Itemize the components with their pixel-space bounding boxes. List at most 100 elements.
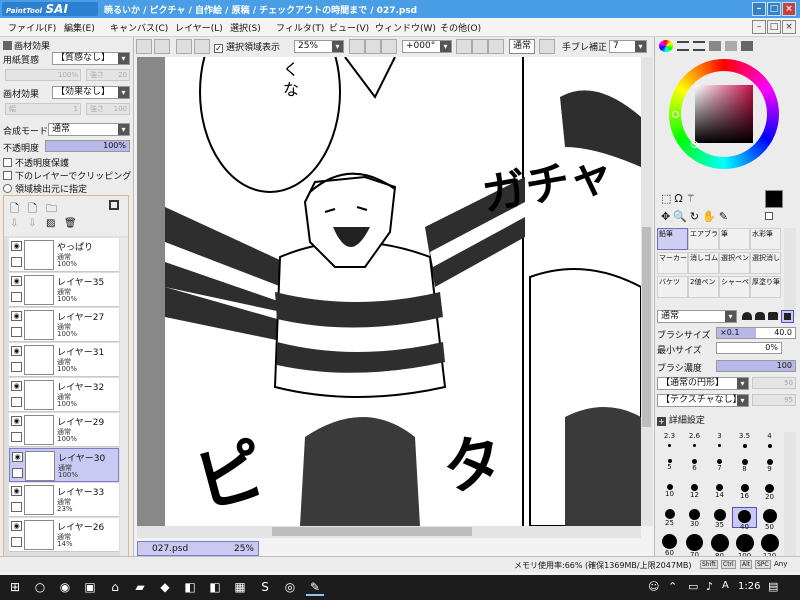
effect-strength[interactable]: 強さ 100 <box>86 103 130 115</box>
search-icon[interactable]: ○ <box>31 579 49 596</box>
sai-icon[interactable]: ✎ <box>306 579 324 596</box>
brush-tool-button[interactable]: 鉛筆 <box>657 228 688 250</box>
evernote-icon[interactable]: ◆ <box>156 579 174 596</box>
chrome-icon[interactable]: ◉ <box>56 579 74 596</box>
close-button[interactable]: × <box>782 2 796 16</box>
layer-row[interactable]: ◉ レイヤー33 通常 23% <box>9 483 119 517</box>
eyedropper-icon[interactable]: ✎ <box>719 210 731 223</box>
brush-size-preset[interactable]: 3 <box>707 432 732 453</box>
edge-hard-icon[interactable] <box>768 312 778 320</box>
layer-lock-icon[interactable] <box>11 537 22 547</box>
deselect-button[interactable] <box>176 39 192 54</box>
visibility-eye-icon[interactable]: ◉ <box>11 381 22 391</box>
selection-source-checkbox[interactable] <box>3 184 12 193</box>
brush-size-preset[interactable]: 20 <box>757 482 782 503</box>
layer-lock-icon[interactable] <box>11 257 22 267</box>
browser-icon[interactable]: ◎ <box>281 579 299 596</box>
home-icon[interactable]: ⌂ <box>106 579 124 596</box>
menu-window[interactable]: ウィンドウ(W) <box>375 21 436 34</box>
color-picker-cursor[interactable] <box>691 141 698 148</box>
rotate-icon[interactable]: ↻ <box>690 210 702 223</box>
collapse-icon[interactable] <box>3 41 12 50</box>
notification-icon[interactable]: ▤ <box>768 580 778 593</box>
undo-button[interactable] <box>136 39 152 54</box>
visibility-eye-icon[interactable]: ◉ <box>11 346 22 356</box>
brush-size-preset[interactable]: 100 <box>732 532 757 560</box>
primary-color-swatch[interactable] <box>765 190 783 208</box>
edge-medium-icon[interactable] <box>755 312 765 320</box>
brush-tool-button[interactable]: 消しゴム <box>688 252 719 274</box>
brush-size-preset[interactable]: 3.5 <box>732 432 757 453</box>
gallery-icon[interactable]: ▦ <box>231 579 249 596</box>
doc-minimize-button[interactable]: – <box>752 20 766 34</box>
selection-display-checkbox[interactable]: ✓ <box>214 44 223 53</box>
layer-row[interactable]: ◉ レイヤー31 通常 100% <box>9 343 119 377</box>
visibility-eye-icon[interactable]: ◉ <box>11 241 22 251</box>
color-wheel-tab-icon[interactable] <box>659 40 673 52</box>
layer-row[interactable]: ◉ やっぱり 通常 100% <box>9 238 119 272</box>
layer-row[interactable]: ◉ レイヤー32 通常 100% <box>9 378 119 412</box>
protect-opacity-checkbox[interactable] <box>3 158 12 167</box>
zoom-reset-button[interactable] <box>381 39 397 54</box>
layer-lock-icon[interactable] <box>11 432 22 442</box>
color-wheel[interactable] <box>669 59 779 169</box>
folder-icon[interactable]: ▰ <box>131 579 149 596</box>
brush-size-preset[interactable]: 5 <box>657 457 682 478</box>
brush-size-preset[interactable]: 14 <box>707 482 732 503</box>
visibility-eye-icon[interactable]: ◉ <box>11 311 22 321</box>
menu-layer[interactable]: レイヤー(L) <box>175 21 223 34</box>
layer-lock-icon[interactable] <box>12 468 23 478</box>
zoom-in-button[interactable] <box>365 39 381 54</box>
tool-grid-scrollbar[interactable] <box>784 228 796 318</box>
layer-lock-icon[interactable] <box>11 362 22 372</box>
brush-tool-button[interactable]: バケツ <box>657 276 688 298</box>
brush-size-preset[interactable]: 7 <box>707 457 732 478</box>
effect-width[interactable]: 幅1 <box>5 103 81 115</box>
brush-texture-select[interactable]: 【テクスチャなし】 <box>657 394 749 407</box>
rotate-left-button[interactable] <box>456 39 472 54</box>
layer-row[interactable]: ◉ レイヤー27 通常 100% <box>9 308 119 342</box>
detail-expand-icon[interactable]: + <box>657 417 666 426</box>
layer-lock-icon[interactable] <box>11 327 22 337</box>
menu-other[interactable]: その他(O) <box>440 21 481 34</box>
magic-wand-icon[interactable]: ⚚ <box>686 192 699 205</box>
layer-lock-icon[interactable] <box>11 397 22 407</box>
rgb-slider-tab-icon[interactable] <box>677 41 689 51</box>
brush-size-slider[interactable]: ×0.1 40.0 <box>716 327 796 339</box>
scratchpad-tab-icon[interactable] <box>725 41 737 51</box>
menu-file[interactable]: ファイル(F) <box>8 21 56 34</box>
doc-close-button[interactable]: × <box>782 20 796 34</box>
paper-scale[interactable]: 100% <box>5 69 81 81</box>
stabilizer-select[interactable]: 7 <box>609 40 647 53</box>
brush-shape-value[interactable]: 50 <box>752 377 796 389</box>
brush-size-preset[interactable]: 2.3 <box>657 432 682 453</box>
menu-filter[interactable]: フィルタ(T) <box>276 21 324 34</box>
opacity-slider[interactable]: 100% <box>45 140 130 152</box>
paper-select[interactable]: 【質感なし】 <box>52 52 130 65</box>
layer-row[interactable]: ◉ レイヤー30 通常 100% <box>9 448 119 482</box>
brush-size-preset[interactable]: 8 <box>732 457 757 478</box>
brush-size-preset[interactable]: 80 <box>707 532 732 560</box>
app-icon[interactable]: ◧ <box>206 579 224 596</box>
brush-size-preset[interactable]: 9 <box>757 457 782 478</box>
mode-button[interactable]: 通常 <box>509 39 535 54</box>
clock[interactable]: 1:26 <box>738 581 760 592</box>
delete-layer-icon[interactable]: 🗑 <box>64 218 77 229</box>
merge-down-icon[interactable]: ⇩ <box>28 218 36 229</box>
visibility-eye-icon[interactable]: ◉ <box>11 276 22 286</box>
volume-icon[interactable]: ♪ <box>706 580 713 593</box>
brush-size-preset[interactable]: 25 <box>657 507 682 528</box>
brush-size-preset[interactable]: 120 <box>757 532 782 560</box>
canvas-hscroll[interactable] <box>137 526 641 538</box>
app-icon[interactable]: ◧ <box>181 579 199 596</box>
skype-icon[interactable]: S <box>256 579 274 596</box>
new-layer-icon[interactable]: 🗋 <box>10 200 19 219</box>
rotation-select[interactable]: +000° <box>402 40 452 53</box>
edge-flat-icon[interactable] <box>781 310 794 323</box>
brush-tool-button[interactable]: 筆 <box>719 228 750 250</box>
saturation-value-square[interactable] <box>695 85 753 143</box>
brush-size-preset[interactable]: 50 <box>757 507 782 531</box>
brush-size-preset[interactable]: 4 <box>757 432 782 453</box>
edge-soft-icon[interactable] <box>742 312 752 320</box>
brush-tool-button[interactable]: 選択消し <box>750 252 781 274</box>
